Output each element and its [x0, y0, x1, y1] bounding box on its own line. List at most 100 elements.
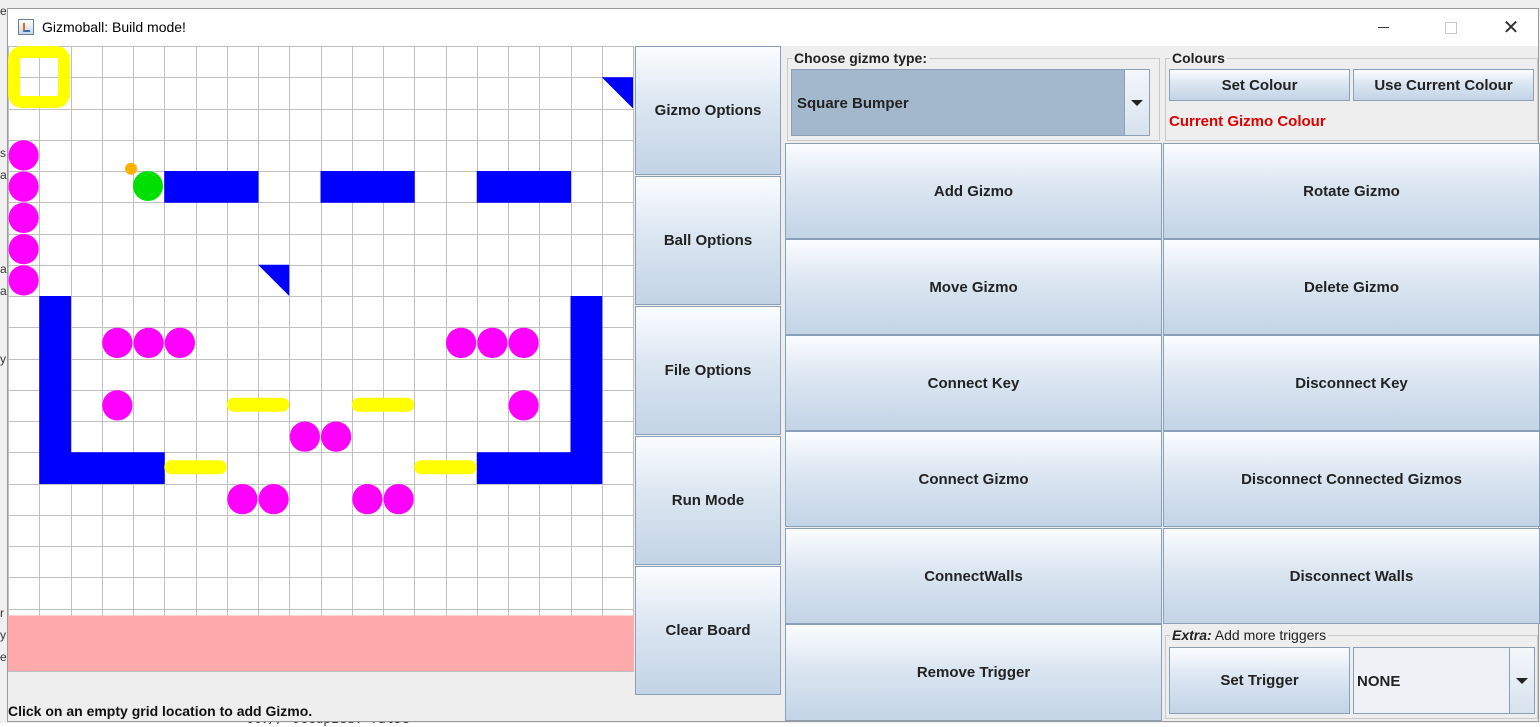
- extra-legend-prefix: Extra:: [1172, 627, 1212, 643]
- circle-bumper: [102, 327, 133, 358]
- current-gizmo-colour-label: Current Gizmo Colour: [1169, 113, 1326, 130]
- extra-legend-text: Add more triggers: [1211, 627, 1327, 643]
- circle-bumper: [133, 327, 164, 358]
- square-bumper: [570, 327, 603, 359]
- bg-char: e: [0, 4, 7, 18]
- circle-bumper: [508, 390, 539, 421]
- connect-walls-button[interactable]: ConnectWalls: [785, 528, 1162, 624]
- circle-bumper: [383, 484, 414, 515]
- gizmo-type-selected: Square Bumper: [797, 95, 909, 112]
- square-bumper: [39, 421, 71, 453]
- square-bumper: [570, 389, 603, 422]
- square-bumper: [539, 452, 571, 484]
- connect-gizmo-button[interactable]: Connect Gizmo: [785, 431, 1162, 527]
- close-button[interactable]: ✕: [1488, 9, 1534, 46]
- use-current-colour-button[interactable]: Use Current Colour: [1353, 69, 1534, 101]
- flipper: [226, 397, 290, 412]
- bg-char: y: [0, 352, 6, 366]
- delete-gizmo-button[interactable]: Delete Gizmo: [1163, 239, 1540, 335]
- circle-bumper: [446, 327, 477, 358]
- colours-legend: Colours: [1172, 50, 1225, 66]
- circle-bumper: [227, 484, 258, 515]
- file-options-button[interactable]: File Options: [635, 306, 781, 435]
- connect-key-button[interactable]: Connect Key: [785, 335, 1162, 431]
- trigger-selected: NONE: [1357, 673, 1401, 690]
- bg-char: a: [0, 168, 7, 182]
- square-bumper: [39, 327, 71, 359]
- square-bumper: [351, 171, 384, 203]
- flipper: [414, 460, 477, 475]
- close-icon: ✕: [1502, 17, 1520, 39]
- circle-bumper: [508, 327, 539, 358]
- absorber: [8, 615, 634, 671]
- square-bumper: [570, 296, 603, 328]
- dropdown-button[interactable]: [1124, 70, 1149, 135]
- circle-bumper: [289, 421, 320, 452]
- clear-board-button[interactable]: Clear Board: [635, 566, 781, 695]
- square-bumper: [539, 171, 571, 203]
- bg-char: e: [0, 650, 7, 664]
- gizmo-type-legend: Choose gizmo type:: [794, 50, 928, 66]
- square-bumper: [476, 452, 509, 484]
- chevron-down-icon: [1516, 677, 1528, 684]
- flipper: [351, 397, 415, 412]
- title-bar: Gizmoball: Build mode! ✕: [8, 9, 1538, 46]
- square-bumper: [508, 171, 540, 203]
- square-bumper: [570, 358, 603, 391]
- ball-options-button[interactable]: Ball Options: [635, 176, 781, 305]
- square-bumper: [39, 358, 71, 391]
- add-gizmo-button[interactable]: Add Gizmo: [785, 143, 1162, 239]
- chevron-down-icon: [1131, 99, 1143, 106]
- square-bumper: [226, 171, 259, 203]
- app-window: Gizmoball: Build mode! ✕ Click on an emp…: [7, 8, 1540, 722]
- square-bumper: [476, 171, 509, 203]
- square-bumper: [570, 421, 603, 453]
- dropdown-button[interactable]: [1509, 648, 1534, 713]
- square-bumper: [70, 452, 103, 484]
- circle-bumper: [258, 484, 289, 515]
- square-bumper: [508, 452, 540, 484]
- circle-bumper: [164, 327, 195, 358]
- move-gizmo-button[interactable]: Move Gizmo: [785, 239, 1162, 335]
- bg-char: a: [0, 284, 7, 298]
- rotate-gizmo-button[interactable]: Rotate Gizmo: [1163, 143, 1540, 239]
- bg-char: a: [0, 262, 7, 276]
- square-bumper: [39, 296, 71, 328]
- bg-char: r: [0, 606, 4, 620]
- ball: [133, 171, 163, 201]
- square-bumper: [320, 171, 353, 203]
- board-canvas[interactable]: [8, 46, 634, 672]
- square-bumper: [133, 452, 165, 484]
- maximize-button[interactable]: [1428, 9, 1474, 46]
- circle-bumper: [352, 484, 383, 515]
- square-bumper: [39, 452, 71, 484]
- square-bumper: [101, 452, 134, 484]
- ball-marker: [125, 162, 137, 175]
- flipper: [164, 460, 227, 475]
- bg-char: y: [0, 628, 6, 642]
- gizmo-type-select[interactable]: Square Bumper: [791, 69, 1150, 136]
- disconnect-key-button[interactable]: Disconnect Key: [1163, 335, 1540, 431]
- circle-bumper: [8, 140, 39, 171]
- remove-trigger-button[interactable]: Remove Trigger: [785, 624, 1162, 721]
- square-bumper: [164, 171, 196, 203]
- minimize-icon: [1377, 27, 1389, 28]
- disconnect-walls-button[interactable]: Disconnect Walls: [1163, 528, 1540, 624]
- window-title: Gizmoball: Build mode!: [42, 19, 186, 35]
- maximize-icon: [1445, 21, 1457, 34]
- status-message: Click on an empty grid location to add G…: [8, 703, 313, 719]
- run-mode-button[interactable]: Run Mode: [635, 436, 781, 565]
- circle-bumper: [8, 171, 39, 202]
- set-trigger-button[interactable]: Set Trigger: [1169, 647, 1350, 714]
- trigger-select[interactable]: NONE: [1353, 647, 1535, 714]
- circle-bumper: [8, 202, 39, 233]
- game-board[interactable]: [8, 46, 634, 672]
- disconnect-connected-gizmos-button[interactable]: Disconnect Connected Gizmos: [1163, 431, 1540, 527]
- circle-bumper: [8, 265, 39, 296]
- circle-bumper: [477, 327, 508, 358]
- circle-bumper: [102, 390, 133, 421]
- set-colour-button[interactable]: Set Colour: [1169, 69, 1350, 101]
- minimize-button[interactable]: [1360, 9, 1406, 46]
- gizmo-options-button[interactable]: Gizmo Options: [635, 46, 781, 175]
- square-bumper: [570, 452, 603, 484]
